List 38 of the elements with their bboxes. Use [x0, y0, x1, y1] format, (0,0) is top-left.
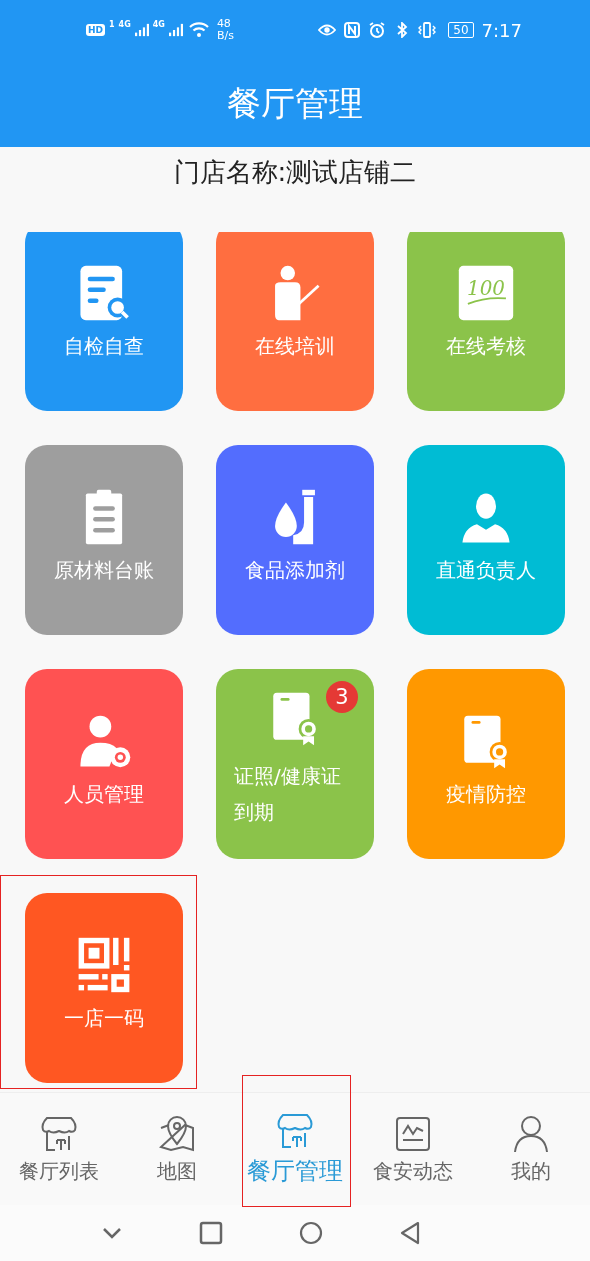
nfc-icon: [343, 22, 362, 38]
menu-tile[interactable]: 证照/健康证到期 3: [216, 669, 374, 859]
shop-icon: [275, 1111, 315, 1151]
map-icon: [157, 1113, 197, 1154]
nav-tab[interactable]: 食安动态: [354, 1093, 472, 1205]
menu-tile[interactable]: 原材料台账: [25, 445, 183, 635]
network-type: 4G: [152, 20, 165, 29]
sim-number: 1: [109, 20, 115, 29]
nav-tab[interactable]: 我的: [472, 1093, 590, 1205]
menu-tile[interactable]: 一店一码: [25, 893, 183, 1083]
circle-icon[interactable]: [298, 1221, 323, 1245]
battery-indicator: 50: [448, 22, 474, 38]
menu-tile[interactable]: 自检自查: [25, 232, 183, 411]
menu-tile[interactable]: 100 在线考核: [407, 232, 565, 411]
nav-tab[interactable]: 餐厅列表: [0, 1093, 118, 1205]
eye-icon: [318, 22, 337, 38]
user-icon: [511, 1113, 551, 1154]
speed-value: 48: [216, 18, 232, 30]
vibrate-icon: [418, 22, 437, 38]
menu-tile[interactable]: 疫情防控: [407, 669, 565, 859]
nav-tab[interactable]: 餐厅管理: [236, 1093, 354, 1205]
network-type: 4G: [118, 20, 131, 29]
menu-tile[interactable]: 在线培训: [216, 232, 374, 411]
wifi-icon: [188, 22, 209, 38]
menu-tile[interactable]: 直通负责人: [407, 445, 565, 635]
store-name: 门店名称:测试店铺二: [173, 156, 417, 189]
signal-icon: [168, 23, 183, 37]
menu-tile[interactable]: 食品添加剂: [216, 445, 374, 635]
count-badge: 3: [326, 681, 358, 713]
alarm-icon: [368, 22, 387, 38]
square-icon[interactable]: [199, 1221, 224, 1245]
signal-icon: [134, 23, 149, 37]
page-title: 餐厅管理: [227, 81, 363, 125]
status-time: 7:17: [481, 19, 522, 41]
hd-badge: HD: [86, 24, 105, 36]
menu-tile[interactable]: 人员管理: [25, 669, 183, 859]
nav-tab[interactable]: 地图: [118, 1093, 236, 1205]
speed-unit: B/s: [216, 30, 234, 42]
